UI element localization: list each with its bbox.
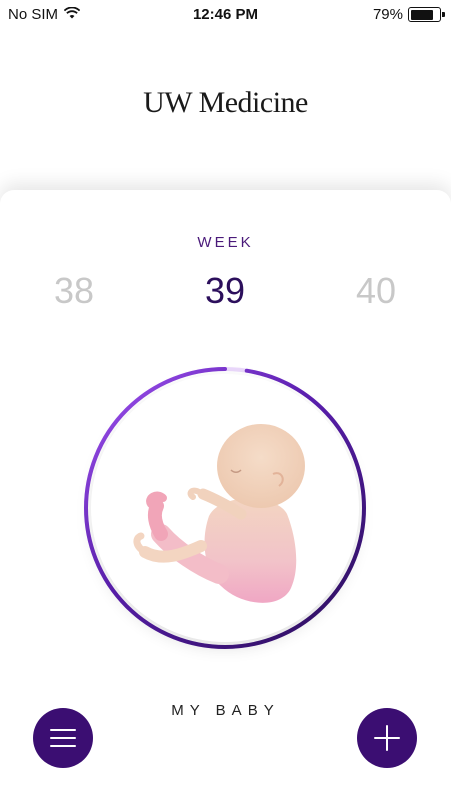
week-label: WEEK [197, 234, 254, 251]
hamburger-menu-icon [50, 729, 76, 747]
uw-medicine-logo: UW Medicine [143, 86, 308, 119]
status-right: 79% [372, 6, 445, 23]
pregnancy-progress-ring[interactable] [83, 366, 367, 650]
baby-disc [91, 374, 359, 642]
add-button[interactable] [357, 708, 417, 768]
battery-percent: 79% [372, 6, 403, 23]
week-previous[interactable]: 38 [34, 270, 114, 312]
battery-fill [410, 9, 433, 20]
status-bar: No SIM 12:46 PM 79% [0, 0, 451, 30]
battery-tip [442, 12, 445, 17]
battery-icon [408, 7, 445, 22]
plus-icon [374, 725, 400, 751]
week-next[interactable]: 40 [336, 270, 416, 312]
week-current[interactable]: 39 [185, 270, 265, 312]
menu-button[interactable] [33, 708, 93, 768]
fetus-illustration [133, 424, 305, 603]
